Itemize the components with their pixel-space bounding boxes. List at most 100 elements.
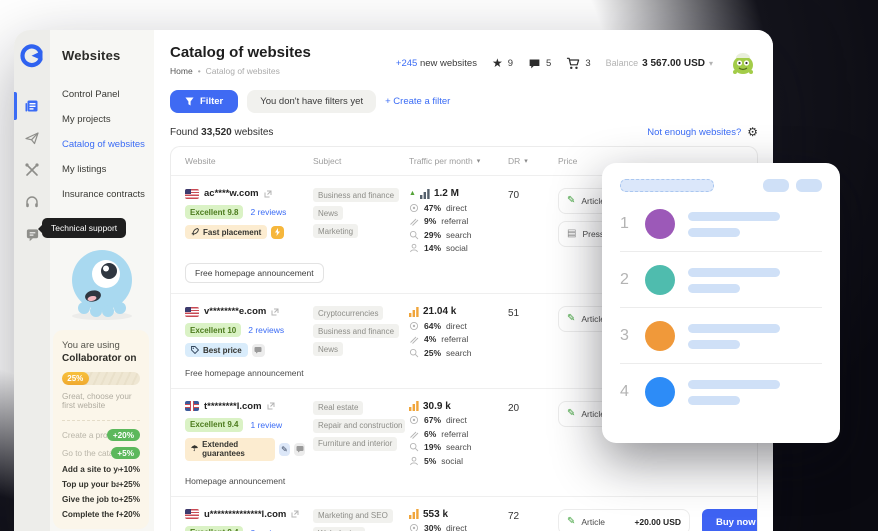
feather-pen-icon: ✎ bbox=[567, 195, 576, 206]
subject-tag: Cryptocurrencies bbox=[313, 306, 384, 320]
filter-button[interactable]: Filter bbox=[170, 90, 239, 113]
search-icon bbox=[409, 442, 419, 452]
traffic-bars-icon bbox=[409, 306, 419, 317]
col-traffic[interactable]: Traffic per month ▾ bbox=[409, 156, 508, 166]
reviews-link[interactable]: 2 reviews bbox=[248, 325, 284, 335]
direct-icon bbox=[409, 415, 419, 425]
skeleton-chip bbox=[796, 179, 822, 192]
sidebar-item-insurance-contracts[interactable]: Insurance contracts bbox=[62, 189, 154, 200]
us-flag-icon bbox=[185, 509, 199, 519]
star-icon: ★ bbox=[491, 56, 503, 70]
task-give-job-to-site[interactable]: Give the job to the site +25% bbox=[62, 495, 140, 504]
paper-plane-icon[interactable] bbox=[14, 122, 50, 154]
overlay-step: 2 bbox=[620, 252, 822, 308]
step-number: 2 bbox=[620, 271, 629, 288]
rating-badge: Excellent 10 bbox=[185, 323, 242, 337]
breadcrumb: Home • Catalog of websites bbox=[170, 66, 311, 76]
col-dr[interactable]: DR ▾ bbox=[508, 156, 558, 166]
divider bbox=[62, 420, 140, 421]
website-domain-link[interactable]: u**************l.com bbox=[204, 509, 286, 520]
usage-hint: Great, choose your first website bbox=[62, 392, 132, 410]
task-add-site-to-cart[interactable]: Add a site to your cart +10% bbox=[62, 465, 140, 474]
traffic-bars-icon bbox=[409, 401, 419, 411]
us-flag-icon bbox=[185, 306, 199, 317]
social-icon bbox=[410, 243, 418, 253]
rating-badge: Excellent 9.4 bbox=[185, 525, 244, 531]
referral-icon bbox=[410, 336, 419, 344]
control-panel-icon[interactable] bbox=[14, 90, 50, 122]
website-domain-link[interactable]: v********e.com bbox=[204, 306, 266, 317]
overlay-step: 3 bbox=[620, 308, 822, 364]
favorites-counter[interactable]: ★ 9 bbox=[492, 57, 513, 69]
task-create-project[interactable]: Create a project +20% bbox=[62, 429, 140, 441]
bonus-badge: +20% bbox=[106, 429, 140, 441]
headphones-icon[interactable] bbox=[14, 186, 50, 218]
cart-counter[interactable]: 3 bbox=[566, 57, 591, 70]
extended-guarantees-badge: ☂ Extended guarantees bbox=[185, 437, 275, 461]
task-top-up-balance[interactable]: Top up your balance in ... +25% bbox=[62, 480, 140, 489]
overlay-step: 1 bbox=[620, 196, 822, 252]
reviews-link[interactable]: 1 review bbox=[250, 420, 282, 430]
create-filter-link[interactable]: + Create a filter bbox=[385, 96, 450, 107]
technical-support-tooltip: Technical support bbox=[37, 218, 127, 238]
new-websites-link[interactable]: +245 new websites bbox=[396, 58, 477, 69]
task-complete-first-deal[interactable]: Complete the first deal +20% bbox=[62, 510, 140, 519]
external-link-icon[interactable] bbox=[291, 510, 299, 518]
sidebar-item-control-panel[interactable]: Control Panel bbox=[62, 89, 154, 100]
sidebar-item-my-listings[interactable]: My listings bbox=[62, 164, 154, 175]
social-icon bbox=[410, 456, 418, 465]
buy-now-button[interactable]: Buy now bbox=[702, 508, 757, 531]
balance-dropdown[interactable]: Balance 3 567.00 USD ▾ bbox=[606, 58, 713, 69]
tools-icon[interactable] bbox=[14, 154, 50, 186]
rocket-icon bbox=[191, 228, 199, 236]
bonus-text: +25% bbox=[118, 495, 140, 504]
usage-line2: Collaborator on bbox=[62, 353, 137, 364]
subject-tag: News bbox=[313, 342, 344, 356]
steps-overlay-card: 1 2 3 4 bbox=[602, 163, 840, 443]
col-subject: Subject bbox=[313, 156, 342, 166]
sidebar-item-my-projects[interactable]: My projects bbox=[62, 114, 154, 125]
step-circle bbox=[645, 321, 675, 351]
task-go-to-catalog[interactable]: Go to the catalog +5% bbox=[62, 447, 140, 459]
subject-tag: News bbox=[313, 206, 344, 220]
reviews-link[interactable]: 2 reviews bbox=[250, 207, 286, 217]
cart-icon bbox=[567, 57, 580, 69]
skeleton-chip bbox=[763, 179, 789, 192]
external-link-icon[interactable] bbox=[267, 402, 275, 410]
website-domain-link[interactable]: ac****w.com bbox=[204, 188, 259, 199]
reviews-link[interactable]: 2 reviews bbox=[250, 528, 286, 531]
breadcrumb-home[interactable]: Home bbox=[170, 66, 193, 76]
feather-pen-icon: ✎ bbox=[567, 313, 576, 324]
muted-chat-icon bbox=[251, 343, 265, 357]
step-number: 4 bbox=[620, 383, 629, 400]
chevron-down-icon: ▾ bbox=[708, 58, 713, 68]
collaborator-logo[interactable] bbox=[20, 44, 44, 68]
gb-flag-icon bbox=[185, 401, 199, 411]
sort-arrow-icon: ▾ bbox=[524, 158, 528, 165]
dr-value: 70 bbox=[508, 190, 520, 201]
messages-counter[interactable]: 5 bbox=[528, 57, 551, 70]
dr-value: 72 bbox=[508, 510, 520, 522]
usage-line1: You are using bbox=[62, 340, 120, 351]
gear-icon[interactable]: ⚙ bbox=[747, 126, 758, 138]
search-icon bbox=[409, 230, 419, 239]
us-flag-icon bbox=[185, 188, 199, 199]
no-filters-note: You don't have filters yet bbox=[247, 90, 377, 113]
external-link-icon[interactable] bbox=[271, 308, 279, 316]
user-avatar[interactable] bbox=[728, 48, 758, 78]
dr-value: 20 bbox=[508, 402, 520, 414]
not-enough-websites-link[interactable]: Not enough websites? bbox=[647, 127, 741, 138]
best-price-badge: Best price bbox=[185, 343, 248, 357]
sidebar-item-catalog-of-websites[interactable]: Catalog of websites bbox=[62, 139, 154, 150]
offer-article[interactable]: ✎ Article +20.00 USD bbox=[558, 508, 690, 531]
bonus-badge: +5% bbox=[111, 447, 140, 459]
website-domain-link[interactable]: t********l.com bbox=[204, 401, 262, 412]
app-title: Websites bbox=[62, 48, 121, 63]
external-link-icon[interactable] bbox=[264, 190, 272, 198]
referral-icon bbox=[410, 218, 419, 226]
pen-icon: ✎ bbox=[278, 442, 290, 456]
sort-arrow-icon: ▾ bbox=[476, 158, 481, 165]
step-number: 1 bbox=[620, 215, 629, 232]
direct-icon bbox=[409, 321, 419, 330]
step-circle bbox=[645, 209, 675, 239]
